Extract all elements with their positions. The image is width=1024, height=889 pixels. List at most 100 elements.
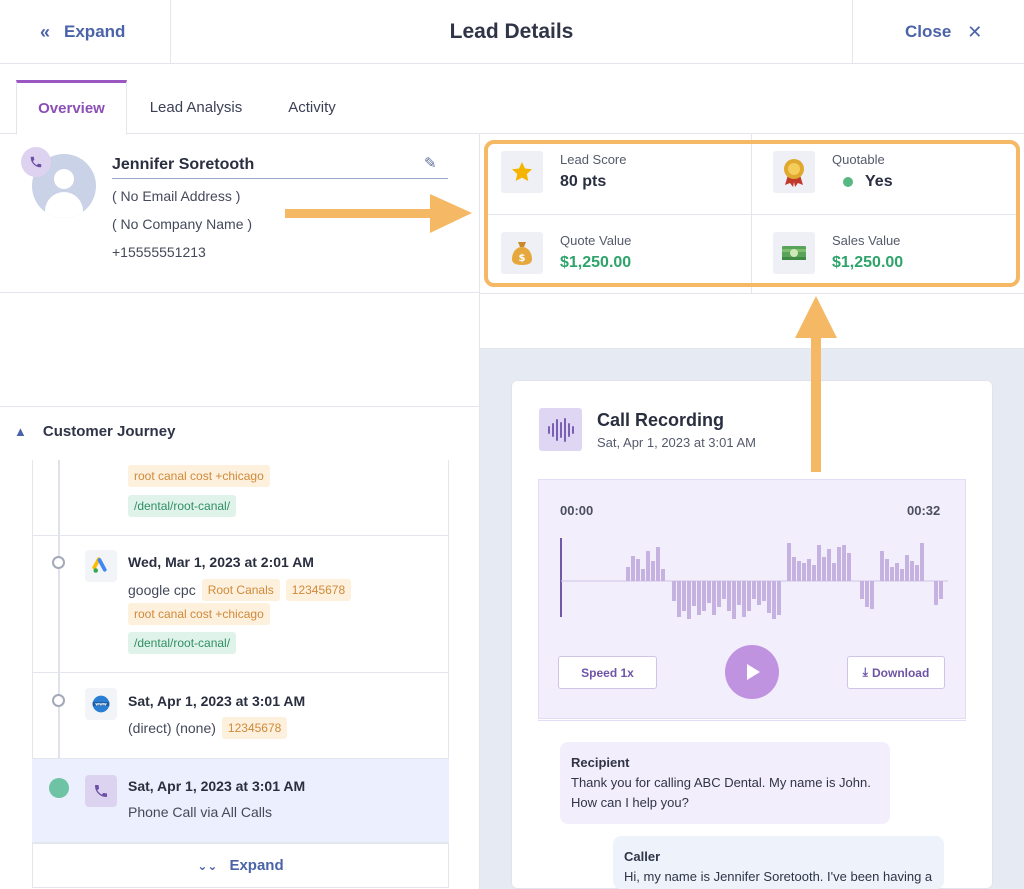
waveform-bar [807,559,811,581]
expand-button[interactable]: « Expand [0,0,171,64]
journey-expand-button[interactable]: ⌄⌄ Expand [32,843,449,888]
waveform-bar [646,551,650,581]
waveform-bar [900,569,904,581]
timeline-dot [52,556,65,569]
waveform-bar [631,556,635,581]
journey-date: Sat, Apr 1, 2023 at 3:01 AM [128,778,306,794]
waveform-bar [656,547,660,581]
waveform-bar [865,581,869,607]
stats-divider [480,293,1024,294]
waveform-bar [707,581,711,603]
download-button[interactable]: ⤓ Download [847,656,945,689]
audio-waveform[interactable] [558,535,948,625]
section-divider [0,406,479,407]
transcript-divider [538,720,966,721]
keyword-tag: root canal cost +chicago [128,603,270,625]
waveform-bar [752,581,756,599]
waveform-bar [636,559,640,581]
audio-waveform-icon [539,408,582,451]
total-time: 00:32 [907,503,941,518]
waveform-bar [722,581,726,599]
waveform-bar [787,543,791,581]
timeline-dot [52,694,65,707]
google-ads-icon [85,550,117,582]
cash-stack-icon [773,232,815,274]
message-text: Thank you for calling ABC Dental. My nam… [571,775,871,810]
waveform-bar [777,581,781,615]
waveform-bar [817,545,821,581]
waveform-bar [802,563,806,581]
waveform-bar [905,555,909,581]
quotable-label: Quotable [832,152,885,167]
waveform-bar [672,581,676,601]
waveform-bar [915,565,919,581]
waveform-bar [895,563,899,581]
waveform-bar [742,581,746,617]
campaign-id-tag: 12345678 [221,717,288,739]
waveform-bar [692,581,696,606]
waveform-bar [847,553,851,581]
tab-overview[interactable]: Overview [16,80,127,135]
journey-item[interactable]: www Sat, Apr 1, 2023 at 3:01 AM (direct)… [32,673,449,759]
waveform-bar [812,565,816,581]
contact-company: ( No Company Name ) [112,216,253,232]
playback-speed-button[interactable]: Speed 1x [558,656,657,689]
waveform-bar [661,569,665,581]
customer-journey-toggle[interactable]: ▲ Customer Journey [14,423,175,440]
transcript-message-recipient: Recipient Thank you for calling ABC Dent… [560,742,890,824]
lead-score-label: Lead Score [560,152,627,167]
close-label: Close [905,22,952,41]
tab-lead-analysis[interactable]: Lead Analysis [132,80,260,134]
contact-phone: +15555551213 [112,244,206,260]
waveform-bar [732,581,736,619]
double-chevron-down-icon: ⌄⌄ [197,858,218,873]
waveform-bar [757,581,761,605]
svg-text:www: www [95,701,107,706]
journey-expand-label: Expand [229,857,284,874]
download-icon: ⤓ [862,665,868,679]
journey-source: google cpc [128,582,196,598]
waveform-bar [880,551,884,581]
waveform-bar [702,581,706,611]
money-bag-icon: $ [501,232,543,274]
close-button[interactable]: Close ✕ [852,0,1024,64]
journey-item[interactable]: Wed, Mar 1, 2023 at 2:01 AM google cpc R… [32,536,449,673]
journey-date: Wed, Mar 1, 2023 at 2:01 AM [128,554,314,570]
chevron-up-icon: ▲ [14,424,27,439]
waveform-bar [885,559,889,581]
contact-name[interactable]: Jennifer Soretooth [112,156,448,179]
landing-page-tag: /dental/root-canal/ [128,495,237,517]
expand-label: Expand [64,22,126,41]
waveform-bar [939,581,943,599]
waveform-bar [712,581,716,615]
waveform-bar [697,581,701,615]
waveform-bar [842,545,846,581]
journey-item[interactable]: root canal cost +chicago /dental/root-ca… [32,460,449,536]
award-ribbon-icon [773,151,815,193]
tab-activity[interactable]: Activity [268,80,356,134]
journey-item[interactable]: Sat, Apr 1, 2023 at 3:01 AM Phone Call v… [32,759,449,843]
waveform-bar [677,581,681,617]
contact-card: Jennifer Soretooth ✎ ( No Email Address … [0,134,479,293]
waveform-bar [910,561,914,581]
play-icon [747,664,760,680]
waveform-bar [890,567,894,581]
waveform-bar [626,567,630,581]
waveform-bar [772,581,776,619]
waveform-bar [737,581,741,605]
play-button[interactable] [725,645,779,699]
transcript-message-caller: Caller Hi, my name is Jennifer Soretooth… [613,836,944,889]
sales-value-label: Sales Value [832,233,901,248]
waveform-bar [727,581,731,611]
timeline-dot-active [49,778,69,798]
waveform-bar [920,543,924,581]
quote-value-amount: $1,250.00 [560,254,632,271]
pencil-edit-icon[interactable]: ✎ [424,154,437,172]
waveform-bar [860,581,864,599]
star-icon [501,151,543,193]
header-bar: « Expand Lead Details Close ✕ [0,0,1024,64]
waveform-bar [870,581,874,609]
download-label: Download [871,665,930,680]
waveform-bar [934,581,938,605]
call-recording-title: Call Recording [597,410,725,430]
